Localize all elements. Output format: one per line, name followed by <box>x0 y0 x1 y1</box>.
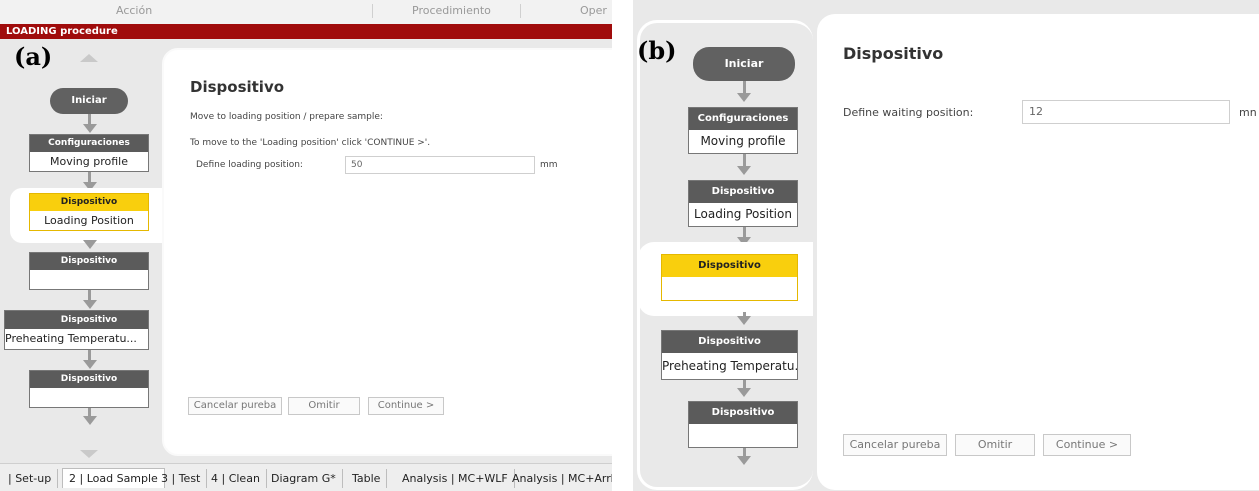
step-body: Preheating Temperatu... <box>662 353 797 379</box>
continue-button[interactable]: Continue > <box>1043 434 1131 456</box>
tab-table[interactable]: Table <box>346 469 388 488</box>
step-head: Dispositivo <box>5 311 148 329</box>
panel-b: (b) Iniciar Configuraciones Moving profi… <box>633 0 1259 491</box>
skip-button[interactable]: Omitir <box>955 434 1035 456</box>
step-dispositivo-last[interactable]: Dispositivo <box>29 370 149 408</box>
cancel-test-button[interactable]: Cancelar pureba <box>188 397 282 415</box>
step-body <box>662 277 797 300</box>
continue-button[interactable]: Continue > <box>368 397 444 415</box>
flow-arrow-icon <box>737 456 751 465</box>
menu-separator <box>372 4 373 18</box>
step-body <box>30 388 148 407</box>
top-menu: Acción Procedimiento Oper <box>0 0 612 24</box>
flow-arrow-icon <box>83 124 97 133</box>
step-waiting-position[interactable]: Dispositivo <box>661 254 798 301</box>
waiting-position-unit: mn <box>1239 106 1257 119</box>
content-panel: Dispositivo Define waiting position: 12 … <box>817 14 1259 490</box>
tab-analysis-arrh[interactable]: Analysis | MC+Arrh <box>506 469 612 488</box>
waiting-position-input[interactable]: 12 <box>1022 100 1230 124</box>
flow-arrow-icon <box>83 416 97 425</box>
tab-diagram[interactable]: Diagram G* <box>265 469 343 488</box>
menu-accion[interactable]: Acción <box>116 4 152 17</box>
step-dispositivo-empty[interactable]: Dispositivo <box>29 252 149 290</box>
step-body <box>30 270 148 289</box>
page-title: Dispositivo <box>843 44 944 63</box>
content-panel: Dispositivo Move to loading position / p… <box>178 64 612 438</box>
flow-arrow <box>88 350 91 360</box>
page-title: Dispositivo <box>190 78 285 96</box>
procedure-title-bar: LOADING procedure <box>0 24 612 39</box>
cancel-test-button[interactable]: Cancelar pureba <box>843 434 947 456</box>
step-loading-position[interactable]: Dispositivo Loading Position <box>29 193 149 231</box>
step-body <box>689 424 797 447</box>
step-body: Loading Position <box>30 211 148 230</box>
menu-operacion[interactable]: Oper <box>580 4 607 17</box>
flow-arrow <box>88 172 91 182</box>
loading-position-input[interactable]: 50 <box>345 156 535 174</box>
step-head: Dispositivo <box>30 253 148 270</box>
instruction-line-1: Move to loading position / prepare sampl… <box>190 112 383 122</box>
step-head: Dispositivo <box>662 255 797 277</box>
menu-procedimiento[interactable]: Procedimiento <box>412 4 491 17</box>
flow-arrow-icon <box>737 388 751 397</box>
flow-arrow-icon <box>83 300 97 309</box>
flow-arrow-icon <box>83 240 97 249</box>
flow-arrow-icon <box>737 316 751 325</box>
waiting-position-label: Define waiting position: <box>843 106 974 119</box>
skip-button[interactable]: Omitir <box>288 397 360 415</box>
panel-a: Acción Procedimiento Oper LOADING proced… <box>0 0 612 491</box>
menu-separator <box>520 4 521 18</box>
step-configuraciones[interactable]: Configuraciones Moving profile <box>29 134 149 172</box>
tab-test[interactable]: 3 | Test <box>155 469 208 488</box>
step-body: Moving profile <box>30 152 148 171</box>
step-body: Preheating Temperatu... <box>5 329 148 349</box>
step-head: Configuraciones <box>30 135 148 152</box>
scroll-down-icon[interactable] <box>80 450 98 458</box>
step-preheating[interactable]: Dispositivo Preheating Temperatu... <box>4 310 149 350</box>
start-button[interactable]: Iniciar <box>50 88 128 114</box>
step-dispositivo-last[interactable]: Dispositivo <box>688 401 798 448</box>
loading-position-unit: mm <box>540 160 558 170</box>
step-head: Dispositivo <box>689 402 797 424</box>
instruction-line-2: To move to the 'Loading position' click … <box>190 138 431 148</box>
flow-arrow-icon <box>83 360 97 369</box>
step-preheating[interactable]: Dispositivo Preheating Temperatu... <box>661 330 798 380</box>
tab-bar: | Set-up 2 | Load Sample 3 | Test 4 | Cl… <box>0 463 612 491</box>
tab-analysis-wlf[interactable]: Analysis | MC+WLF <box>396 469 515 488</box>
flow-arrow <box>88 408 91 416</box>
tab-load-sample[interactable]: 2 | Load Sample <box>62 468 165 488</box>
flow-arrow <box>88 290 91 300</box>
figure-label-b: (b) <box>637 36 677 65</box>
step-head: Dispositivo <box>662 331 797 353</box>
figure-label-a: (a) <box>14 42 53 71</box>
step-head: Dispositivo <box>30 194 148 211</box>
tab-clean[interactable]: 4 | Clean <box>205 469 267 488</box>
loading-position-label: Define loading position: <box>196 160 303 170</box>
flow-arrow <box>88 114 91 124</box>
scroll-up-icon[interactable] <box>80 54 98 62</box>
step-head: Dispositivo <box>30 371 148 388</box>
tab-setup[interactable]: | Set-up <box>2 469 59 488</box>
